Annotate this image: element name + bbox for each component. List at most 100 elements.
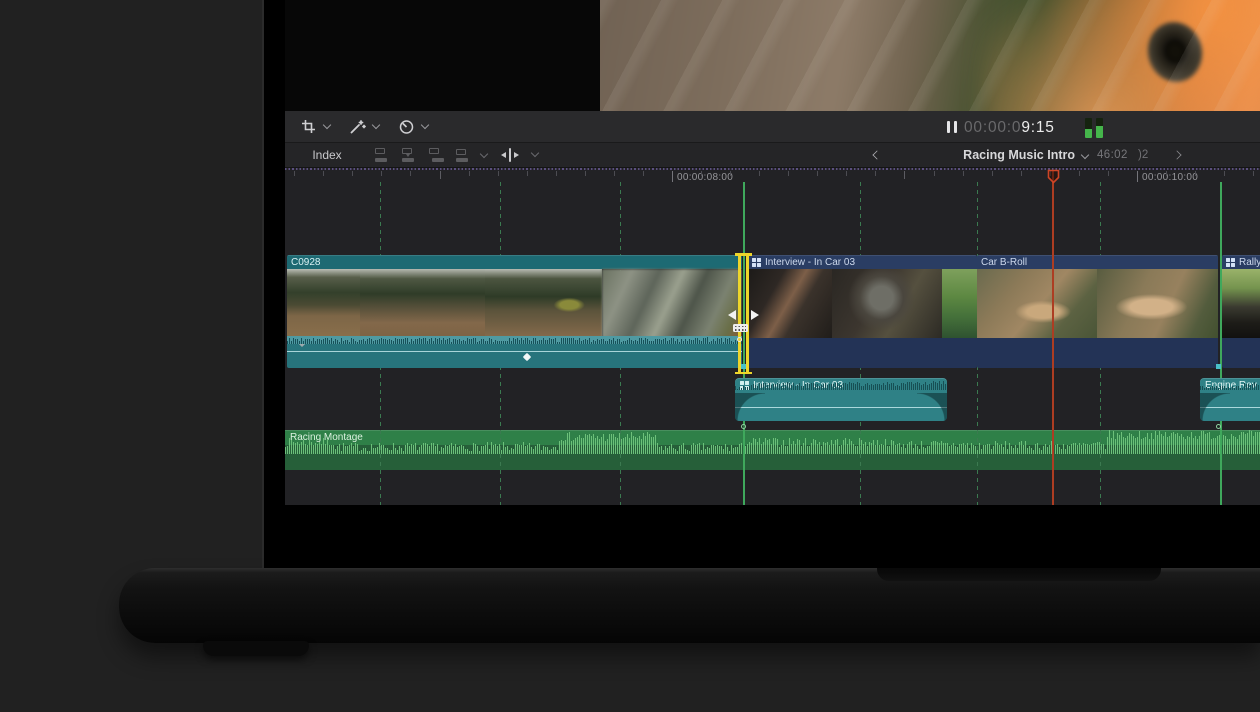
clip-filmstrip (977, 269, 1218, 338)
index-button[interactable]: Index (299, 147, 355, 164)
ruler-tick (934, 171, 935, 176)
viewer-video (600, 0, 1260, 111)
trim-edit-point[interactable] (723, 253, 757, 374)
ruler-tick (1224, 171, 1225, 176)
ruler-tick (904, 171, 905, 179)
ruler-tick (788, 171, 789, 176)
enhance-chevron-icon[interactable] (372, 121, 380, 129)
viewer-area (285, 0, 1260, 111)
ruler-tick (992, 171, 993, 176)
trim-left-arrow-icon (728, 310, 736, 320)
clip-waveform (287, 336, 742, 344)
ruler-tick (1166, 171, 1167, 176)
ruler-tick (1050, 171, 1051, 176)
ruler-tick (585, 171, 586, 176)
audio-waveform (1200, 378, 1260, 390)
trim-right-arrow-icon (751, 310, 759, 320)
ruler-tick (352, 171, 353, 176)
edit-buttons-group (373, 148, 487, 162)
ruler-tick (556, 171, 557, 176)
multicam-icon (1226, 258, 1235, 267)
insert-edit-icon[interactable] (400, 148, 417, 162)
macbook-foot (203, 641, 309, 656)
ruler-tick (963, 171, 964, 176)
ruler-tick (846, 171, 847, 176)
timecode-bright: 9:15 (1021, 119, 1054, 136)
ruler-tick (817, 171, 818, 176)
ruler-label: 00:00:10:00 (1142, 172, 1198, 183)
crop-tool-chevron-icon[interactable] (323, 121, 331, 129)
timecode-dim: 00:00:0 (964, 119, 1021, 136)
final-cut-pro-window: 00:00:09:15 Index (285, 0, 1260, 505)
ruler-tick (701, 171, 702, 176)
ruler-tick (759, 171, 760, 176)
ruler-tick (527, 171, 528, 176)
project-duration: 46:02 (1097, 149, 1128, 161)
timecode-display: 00:00:09:15 (964, 119, 1055, 137)
timeline[interactable]: 00:00:08:00 00:00:10:00 Racing Montage (285, 168, 1260, 505)
connection-square[interactable] (1216, 364, 1221, 369)
trim-tool-chevron-icon[interactable] (531, 149, 539, 157)
fade-in-handle[interactable] (1200, 393, 1230, 421)
trim-out-handle[interactable] (738, 253, 741, 374)
music-waveform (285, 430, 1260, 454)
ruler-tick (875, 171, 876, 176)
timeline-navbar: Index Racing Music Intro 46:02 )2 (285, 143, 1260, 168)
filmstrip-icon (733, 324, 748, 332)
clip-filmstrip (748, 269, 977, 338)
ruler-tick (381, 171, 382, 176)
volume-keyframe[interactable] (523, 353, 531, 361)
crop-tool-icon[interactable] (299, 118, 317, 136)
video-clip-label: Interview - In Car 03 (765, 257, 855, 268)
audio-clip-interview-in-car-03[interactable]: Interview - In Car 03 (735, 378, 947, 421)
overwrite-edit-icon[interactable] (454, 148, 471, 162)
ruler-tick (323, 171, 324, 176)
ruler-tick (1253, 171, 1254, 176)
trim-circle-handle[interactable] (737, 337, 742, 342)
append-edit-icon[interactable] (427, 148, 444, 162)
video-clip-interview-in-car-03[interactable]: Interview - In Car 03 (748, 255, 977, 368)
clip-filmstrip (1222, 269, 1260, 338)
audio-meters-icon[interactable] (1085, 118, 1103, 138)
volume-line[interactable] (735, 407, 947, 408)
fade-in-handle[interactable] (735, 393, 765, 421)
video-clip-rally-race[interactable]: Rally Ra (1222, 255, 1260, 368)
scene: 00:00:09:15 Index (0, 0, 1260, 712)
ruler-tick (498, 171, 499, 176)
video-clip-label: Car B-Roll (981, 257, 1027, 268)
volume-line[interactable] (287, 351, 742, 352)
audio-clip-engine-rev-2[interactable]: Engine Rev 2 (1200, 378, 1260, 421)
video-clip-c0928[interactable]: C0928 (287, 255, 742, 368)
video-clip-car-b-roll[interactable]: Car B-Roll (977, 255, 1218, 368)
ruler-tick (1195, 171, 1196, 176)
forward-chevron-icon[interactable] (1172, 150, 1181, 159)
macbook-screen: 00:00:09:15 Index (262, 0, 1260, 568)
clip-filmstrip (287, 269, 742, 338)
timeline-ruler[interactable]: 00:00:08:00 00:00:10:00 (285, 168, 1260, 186)
pause-icon[interactable] (947, 121, 957, 133)
fade-out-handle[interactable] (917, 393, 947, 421)
clip-audio-section (287, 338, 742, 368)
trim-tool-icon[interactable] (501, 148, 519, 162)
video-clip-label: Rally Ra (1239, 257, 1260, 268)
video-motion-streaks (600, 0, 1260, 111)
ruler-tick (614, 171, 615, 176)
connection-dot[interactable] (1216, 424, 1221, 429)
project-title-chevron-icon[interactable] (1081, 151, 1089, 159)
ruler-tick (672, 171, 673, 182)
retime-tool-icon[interactable] (397, 118, 415, 136)
back-chevron-icon[interactable] (872, 150, 881, 159)
retime-chevron-icon[interactable] (421, 121, 429, 129)
toolbar: 00:00:09:15 (285, 111, 1260, 143)
trim-in-handle[interactable] (746, 253, 749, 374)
enhance-wand-icon[interactable] (348, 118, 366, 136)
video-clip-label: C0928 (291, 257, 320, 268)
audio-waveform (735, 378, 947, 390)
connection-dot[interactable] (741, 424, 746, 429)
edit-options-chevron-icon[interactable] (480, 149, 488, 157)
ruler-tick (730, 171, 731, 176)
ruler-tick (410, 171, 411, 176)
music-clip-racing-montage[interactable]: Racing Montage (285, 430, 1260, 470)
connect-edit-icon[interactable] (373, 148, 390, 162)
project-title[interactable]: Racing Music Intro (925, 148, 1075, 162)
